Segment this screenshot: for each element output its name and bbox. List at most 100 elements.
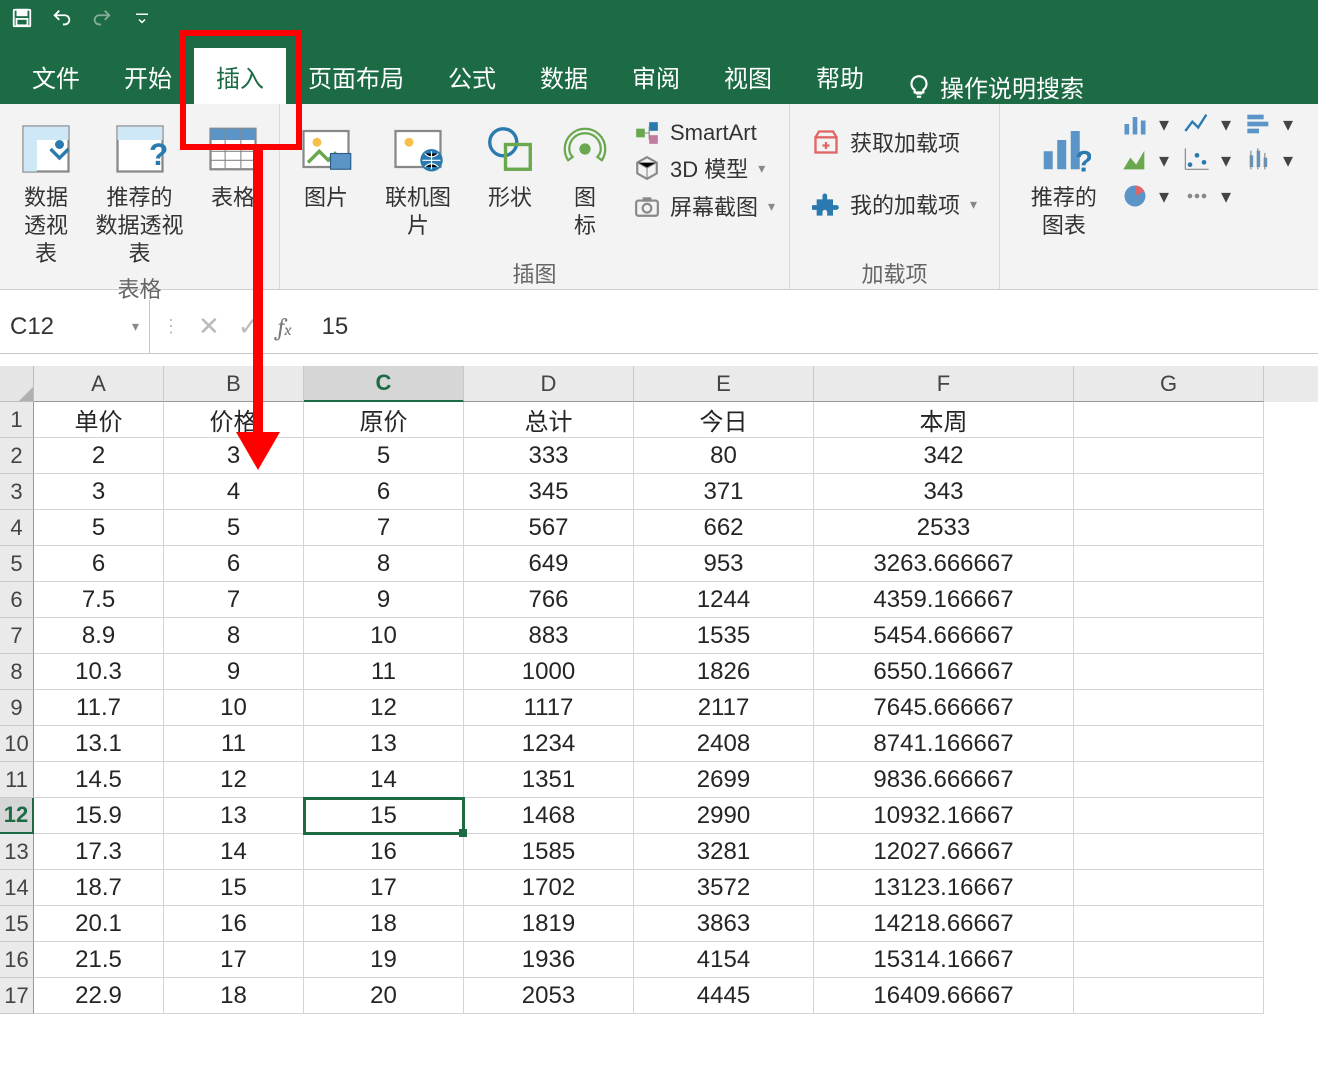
cell[interactable]: 20: [304, 978, 464, 1014]
redo-icon[interactable]: [86, 4, 118, 32]
cell[interactable]: 662: [634, 510, 814, 546]
cell[interactable]: 2: [34, 438, 164, 474]
cell[interactable]: 11: [164, 726, 304, 762]
tell-me-search[interactable]: 操作说明搜索: [906, 69, 1084, 104]
cell[interactable]: 17.3: [34, 834, 164, 870]
cell[interactable]: 883: [464, 618, 634, 654]
cell[interactable]: 9836.666667: [814, 762, 1074, 798]
row-header[interactable]: 9: [0, 690, 34, 726]
cell[interactable]: 5454.666667: [814, 618, 1074, 654]
cell[interactable]: 13: [304, 726, 464, 762]
cell[interactable]: 22.9: [34, 978, 164, 1014]
cell[interactable]: 18: [164, 978, 304, 1014]
row-header[interactable]: 13: [0, 834, 34, 870]
tab-help[interactable]: 帮助: [794, 48, 886, 104]
formula-input[interactable]: 15: [322, 313, 349, 341]
cell[interactable]: 3: [34, 474, 164, 510]
row-header[interactable]: 2: [0, 438, 34, 474]
stock-chart-button[interactable]: ▾: [1243, 146, 1293, 174]
cell[interactable]: 今日: [634, 402, 814, 438]
cell[interactable]: 2408: [634, 726, 814, 762]
smartart-button[interactable]: SmartArt: [630, 118, 779, 148]
cell[interactable]: [1074, 618, 1264, 654]
save-icon[interactable]: [6, 4, 38, 32]
cell[interactable]: 16409.66667: [814, 978, 1074, 1014]
column-header[interactable]: D: [464, 366, 634, 402]
online-pictures-button[interactable]: 联机图片: [368, 110, 468, 257]
row-header[interactable]: 4: [0, 510, 34, 546]
recommended-charts-button[interactable]: ? 推荐的 图表: [1025, 110, 1103, 257]
cell[interactable]: 13.1: [34, 726, 164, 762]
tab-view[interactable]: 视图: [702, 48, 794, 104]
cell[interactable]: 3572: [634, 870, 814, 906]
cell[interactable]: [1074, 402, 1264, 438]
column-header[interactable]: C: [304, 366, 464, 402]
cell[interactable]: 15: [164, 870, 304, 906]
get-addins-button[interactable]: 获取加载项: [808, 124, 981, 160]
cell[interactable]: 2990: [634, 798, 814, 834]
row-header[interactable]: 5: [0, 546, 34, 582]
pictures-button[interactable]: 图片: [290, 110, 362, 257]
cell[interactable]: 9: [304, 582, 464, 618]
cell[interactable]: 343: [814, 474, 1074, 510]
cell[interactable]: 总计: [464, 402, 634, 438]
customize-qat-icon[interactable]: [126, 4, 158, 32]
row-header[interactable]: 6: [0, 582, 34, 618]
cell[interactable]: 3863: [634, 906, 814, 942]
cell[interactable]: 10: [304, 618, 464, 654]
undo-icon[interactable]: [46, 4, 78, 32]
column-chart-button[interactable]: ▾: [1243, 110, 1293, 138]
cell[interactable]: 1702: [464, 870, 634, 906]
cell[interactable]: 1000: [464, 654, 634, 690]
worksheet-grid[interactable]: ABCDEFG1单价价格原价总计今日本周22353338034233463453…: [0, 366, 1318, 1014]
shapes-button[interactable]: 形状: [474, 110, 546, 257]
cell[interactable]: 649: [464, 546, 634, 582]
cell[interactable]: 3281: [634, 834, 814, 870]
cell[interactable]: 5: [304, 438, 464, 474]
cell[interactable]: [1074, 654, 1264, 690]
scatter-chart-button[interactable]: ▾: [1181, 146, 1231, 174]
screenshot-button[interactable]: 屏幕截图 ▾: [630, 188, 779, 224]
cell[interactable]: 1351: [464, 762, 634, 798]
cell[interactable]: 9: [164, 654, 304, 690]
cell[interactable]: 10.3: [34, 654, 164, 690]
cell[interactable]: 本周: [814, 402, 1074, 438]
fx-expand-icon[interactable]: ⋮: [162, 316, 180, 337]
fill-handle[interactable]: [459, 829, 467, 837]
cell[interactable]: [1074, 942, 1264, 978]
select-all-corner[interactable]: [0, 366, 34, 402]
cell[interactable]: [1074, 690, 1264, 726]
cell[interactable]: 3263.666667: [814, 546, 1074, 582]
bar-chart-button[interactable]: ▾: [1119, 110, 1169, 138]
column-header[interactable]: F: [814, 366, 1074, 402]
cell[interactable]: 371: [634, 474, 814, 510]
cell[interactable]: 7: [304, 510, 464, 546]
cell[interactable]: 1244: [634, 582, 814, 618]
cell[interactable]: 12: [164, 762, 304, 798]
cell[interactable]: 6550.166667: [814, 654, 1074, 690]
cell[interactable]: 5: [34, 510, 164, 546]
cell[interactable]: 1535: [634, 618, 814, 654]
cell[interactable]: 10932.16667: [814, 798, 1074, 834]
row-header[interactable]: 8: [0, 654, 34, 690]
row-header[interactable]: 10: [0, 726, 34, 762]
cell[interactable]: 567: [464, 510, 634, 546]
cell[interactable]: 6: [304, 474, 464, 510]
cancel-icon[interactable]: ✕: [198, 311, 220, 342]
cell[interactable]: 16: [164, 906, 304, 942]
cell[interactable]: [1074, 906, 1264, 942]
tab-data[interactable]: 数据: [518, 48, 610, 104]
cell[interactable]: 6: [164, 546, 304, 582]
cell[interactable]: 342: [814, 438, 1074, 474]
cell[interactable]: 14.5: [34, 762, 164, 798]
cell[interactable]: 10: [164, 690, 304, 726]
my-addins-button[interactable]: 我的加载项 ▾: [808, 186, 981, 222]
cell[interactable]: [1074, 726, 1264, 762]
name-box[interactable]: C12 ▾: [0, 300, 150, 353]
area-chart-button[interactable]: ▾: [1119, 146, 1169, 174]
cell[interactable]: 7: [164, 582, 304, 618]
cell[interactable]: [1074, 438, 1264, 474]
cell[interactable]: 16: [304, 834, 464, 870]
column-header[interactable]: A: [34, 366, 164, 402]
cell[interactable]: 2117: [634, 690, 814, 726]
